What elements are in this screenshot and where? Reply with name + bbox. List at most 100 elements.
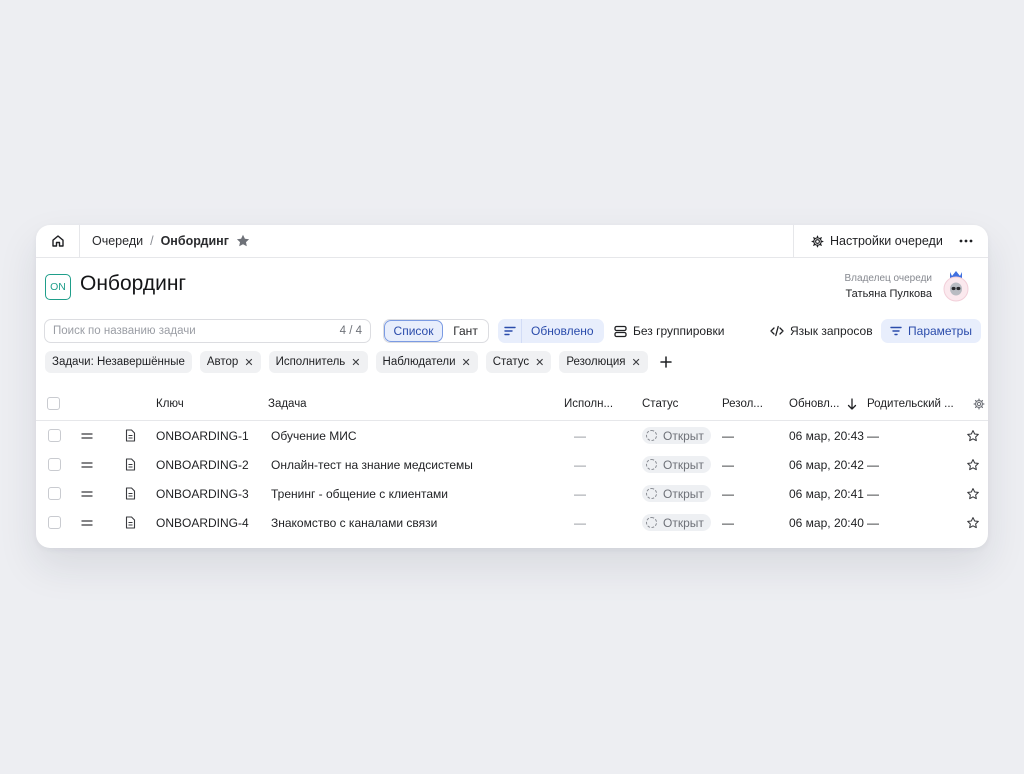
- close-icon[interactable]: ✕: [631, 356, 640, 369]
- drag-handle[interactable]: [81, 450, 93, 479]
- document-icon: [125, 458, 136, 471]
- row-checkbox[interactable]: [48, 516, 61, 529]
- filter-chip-label: Резолюция: [566, 356, 626, 368]
- drag-handle[interactable]: [81, 421, 93, 450]
- status-label: Открыт: [663, 486, 704, 501]
- status-cell: Открыт: [642, 479, 711, 508]
- column-header-resolution[interactable]: Резол...: [722, 387, 763, 420]
- drag-handle[interactable]: [81, 508, 93, 537]
- updated-cell: 06 мар, 20:43: [789, 428, 864, 443]
- status-label: Открыт: [663, 515, 704, 530]
- drag-handle-icon: [81, 432, 93, 439]
- issue-key-link[interactable]: ONBOARDING-4: [156, 508, 249, 537]
- drag-handle-icon: [81, 519, 93, 526]
- table-row[interactable]: ONBOARDING-3 Тренинг - общение с клиента…: [36, 479, 988, 508]
- status-badge[interactable]: Открыт: [642, 427, 711, 444]
- queue-settings-area: Настройки очереди: [793, 225, 988, 257]
- issue-summary-link[interactable]: Тренинг - общение с клиентами: [271, 479, 448, 508]
- task-type-cell: [125, 508, 136, 537]
- table-row[interactable]: ONBOARDING-2 Онлайн-тест на знание медси…: [36, 450, 988, 479]
- column-header-parent[interactable]: Родительский ...: [867, 387, 954, 420]
- filter-chip-resolution[interactable]: Резолюция ✕: [559, 351, 648, 373]
- search-result-count: 4 / 4: [339, 325, 362, 337]
- select-all-checkbox[interactable]: [47, 397, 60, 410]
- row-checkbox[interactable]: [48, 487, 61, 500]
- filter-chip-label: Исполнитель: [275, 356, 346, 368]
- grouping-button[interactable]: Без группировки: [614, 319, 724, 343]
- favorite-star-icon[interactable]: [235, 233, 251, 249]
- column-header-task[interactable]: Задача: [268, 387, 307, 420]
- drag-handle[interactable]: [81, 479, 93, 508]
- close-icon[interactable]: ✕: [462, 356, 471, 369]
- resolution-cell: —: [722, 515, 734, 530]
- filter-chip-status-scope[interactable]: Задачи: Незавершённые: [45, 351, 192, 373]
- view-switcher: Список Гант: [383, 319, 489, 343]
- issue-summary-link[interactable]: Онлайн-тест на знание медсистемы: [271, 450, 473, 479]
- row-checkbox[interactable]: [48, 458, 61, 471]
- filter-chip-followers[interactable]: Наблюдатели ✕: [375, 351, 478, 373]
- star-outline-icon: [967, 458, 979, 470]
- tab-list[interactable]: Список: [384, 320, 443, 342]
- column-header-key[interactable]: Ключ: [156, 387, 184, 420]
- issue-key-link[interactable]: ONBOARDING-1: [156, 421, 249, 450]
- row-star-button[interactable]: [966, 421, 980, 450]
- more-dots-icon: [959, 239, 973, 243]
- plus-icon: [659, 356, 672, 368]
- row-checkbox[interactable]: [48, 429, 61, 442]
- breadcrumb-current: Онбординг: [160, 234, 229, 248]
- breadcrumb-queues-link[interactable]: Очереди: [92, 234, 143, 248]
- filter-chip-status[interactable]: Статус ✕: [485, 351, 552, 373]
- more-menu-button[interactable]: [958, 234, 974, 248]
- add-filter-button[interactable]: [659, 353, 672, 371]
- assignee-cell: —: [574, 486, 586, 501]
- drag-handle-icon: [81, 461, 93, 468]
- home-button[interactable]: [36, 225, 80, 257]
- gear-icon: [811, 235, 824, 247]
- resolution-cell: —: [722, 457, 734, 472]
- table-row[interactable]: ONBOARDING-4 Знакомство с каналами связи…: [36, 508, 988, 537]
- task-type-cell: [125, 421, 136, 450]
- filter-chip-label: Наблюдатели: [382, 356, 456, 368]
- column-settings-button[interactable]: [973, 387, 985, 420]
- filter-chip-label: Статус: [492, 356, 530, 368]
- star-outline-icon: [967, 487, 979, 499]
- status-badge[interactable]: Открыт: [642, 485, 711, 502]
- row-star-button[interactable]: [966, 450, 980, 479]
- queue-panel: Очереди / Онбординг Настройки очереди ON…: [36, 225, 988, 548]
- column-header-status[interactable]: Статус: [642, 387, 678, 420]
- issue-summary-link[interactable]: Знакомство с каналами связи: [271, 508, 437, 537]
- queue-settings-button[interactable]: Настройки очереди: [811, 234, 943, 248]
- updated-cell: 06 мар, 20:41: [789, 486, 864, 501]
- tab-gantt[interactable]: Гант: [443, 320, 488, 342]
- issue-summary-link[interactable]: Обучение МИС: [271, 421, 357, 450]
- query-language-label: Язык запросов: [790, 324, 873, 338]
- grouping-icon: [614, 325, 627, 337]
- parent-cell: —: [867, 515, 879, 530]
- issue-key-link[interactable]: ONBOARDING-3: [156, 479, 249, 508]
- row-star-button[interactable]: [966, 479, 980, 508]
- row-star-button[interactable]: [966, 508, 980, 537]
- status-badge[interactable]: Открыт: [642, 514, 711, 531]
- issue-key-link[interactable]: ONBOARDING-2: [156, 450, 249, 479]
- document-icon: [125, 516, 136, 529]
- status-open-icon: [646, 430, 657, 441]
- top-bar: Очереди / Онбординг Настройки очереди: [36, 225, 988, 258]
- column-header-updated[interactable]: Обновл...: [789, 387, 857, 420]
- column-header-assignee[interactable]: Исполн...: [564, 387, 613, 420]
- owner-name[interactable]: Татьяна Пулкова: [845, 288, 932, 300]
- close-icon[interactable]: ✕: [535, 356, 544, 369]
- status-badge[interactable]: Открыт: [642, 456, 711, 473]
- filter-icon: [890, 326, 902, 336]
- table-row[interactable]: ONBOARDING-1 Обучение МИС — Открыт — 06 …: [36, 421, 988, 450]
- resolution-cell: —: [722, 486, 734, 501]
- assignee-cell: —: [574, 457, 586, 472]
- avatar[interactable]: [941, 269, 971, 303]
- close-icon[interactable]: ✕: [351, 356, 360, 369]
- query-language-button[interactable]: Язык запросов: [770, 319, 873, 343]
- parameters-button[interactable]: Параметры: [881, 319, 981, 343]
- search-input[interactable]: Поиск по названию задачи 4 / 4: [44, 319, 371, 343]
- sort-button[interactable]: Обновлено: [498, 319, 604, 343]
- filter-chip-author[interactable]: Автор ✕: [199, 351, 261, 373]
- close-icon[interactable]: ✕: [244, 356, 253, 369]
- filter-chip-assignee[interactable]: Исполнитель ✕: [268, 351, 368, 373]
